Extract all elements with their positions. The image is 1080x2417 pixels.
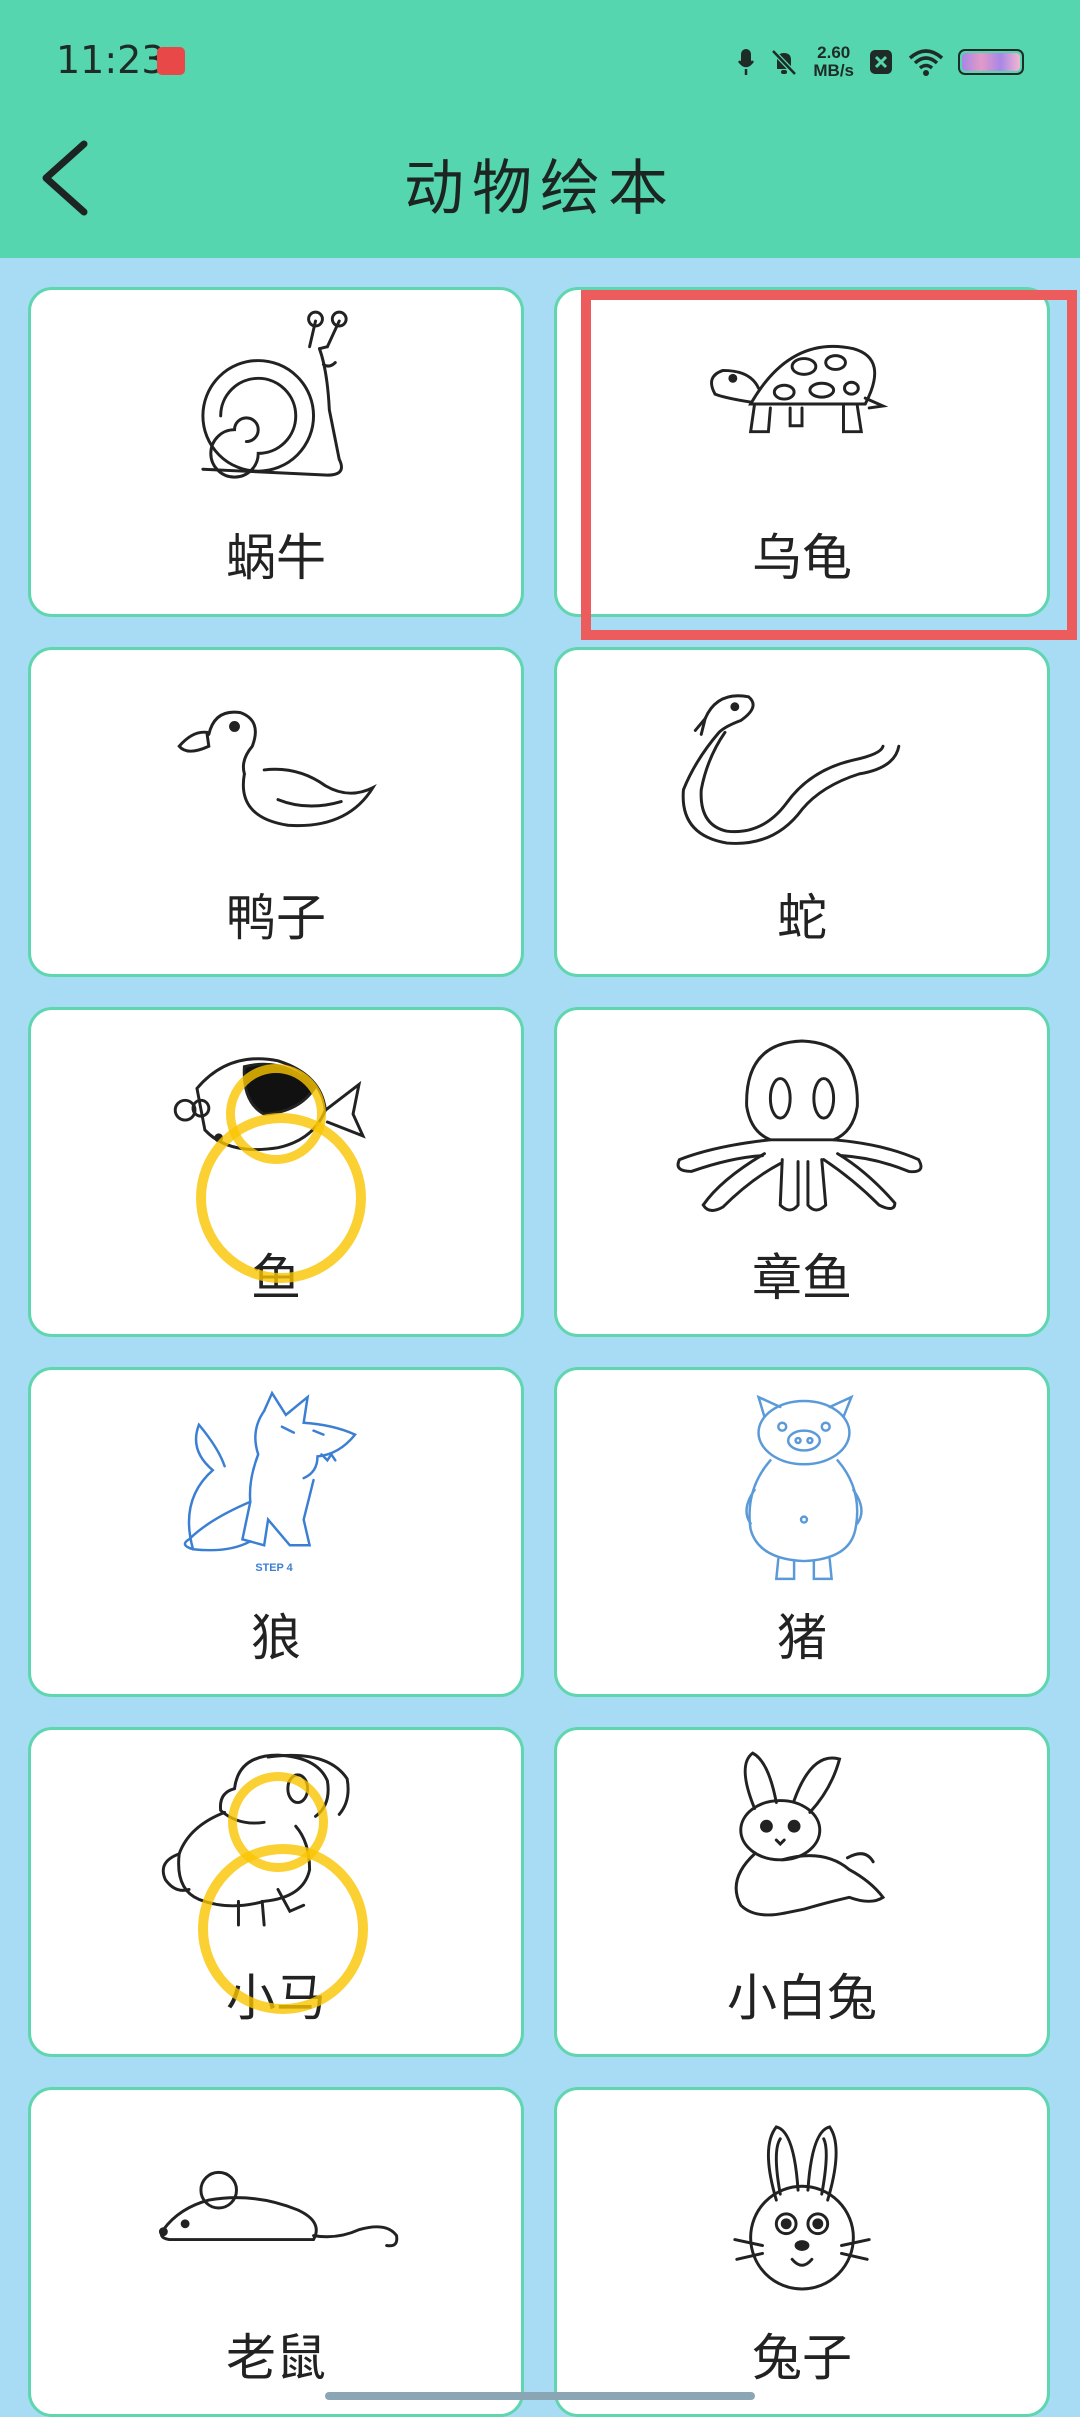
animal-label: 兔子 bbox=[752, 2329, 852, 2387]
animal-card-snake[interactable]: 蛇 bbox=[554, 647, 1050, 977]
white-rabbit-drawing-icon bbox=[734, 1751, 886, 1917]
animal-card-octopus[interactable]: 章鱼 bbox=[554, 1007, 1050, 1337]
animal-card-rabbit[interactable]: 兔子 bbox=[554, 2087, 1050, 2417]
rabbit-drawing-icon bbox=[733, 2125, 871, 2291]
top-app-bar: 11:23 2.60 MB/s 动物绘本 bbox=[0, 0, 1080, 258]
animal-label: 乌龟 bbox=[752, 529, 852, 587]
notification-app-icon bbox=[157, 47, 185, 75]
animal-label: 蛇 bbox=[777, 889, 827, 947]
microphone-icon bbox=[738, 49, 755, 75]
turtle-drawing-icon bbox=[710, 344, 889, 434]
tap-marker bbox=[228, 1772, 328, 1872]
animal-label: 小白兔 bbox=[727, 1969, 877, 2027]
duck-drawing-icon bbox=[177, 710, 377, 828]
status-bar: 11:23 2.60 MB/s bbox=[0, 0, 1080, 120]
network-speed: 2.60 MB/s bbox=[813, 44, 854, 80]
animal-card-turtle[interactable]: 乌龟 bbox=[554, 287, 1050, 617]
animal-card-duck[interactable]: 鸭子 bbox=[28, 647, 524, 977]
battery-icon bbox=[958, 49, 1024, 75]
tap-marker bbox=[226, 1064, 326, 1164]
status-icons: 2.60 MB/s bbox=[737, 44, 1024, 80]
animal-label: 鸭子 bbox=[226, 889, 326, 947]
page-title: 动物绘本 bbox=[404, 154, 676, 224]
snail-drawing-icon bbox=[201, 310, 348, 479]
animal-card-white-rabbit[interactable]: 小白兔 bbox=[554, 1727, 1050, 2057]
animal-label: 老鼠 bbox=[226, 2329, 326, 2387]
animal-card-wolf[interactable]: STEP 4 狼 bbox=[28, 1367, 524, 1697]
wolf-step-caption: STEP 4 bbox=[255, 1562, 292, 1574]
animal-card-snail[interactable]: 蜗牛 bbox=[28, 287, 524, 617]
animal-card-mouse[interactable]: 老鼠 bbox=[28, 2087, 524, 2417]
speed-value: 2.60 bbox=[817, 43, 851, 62]
animal-card-pig[interactable]: 猪 bbox=[554, 1367, 1050, 1697]
octopus-drawing-icon bbox=[676, 1039, 923, 1212]
home-indicator[interactable] bbox=[325, 2392, 755, 2400]
animal-label: 蜗牛 bbox=[226, 529, 326, 587]
wifi-icon bbox=[908, 49, 944, 76]
mouse-drawing-icon bbox=[158, 2170, 399, 2248]
sim-icon bbox=[870, 50, 892, 74]
animal-label: 狼 bbox=[251, 1609, 301, 1667]
mute-icon bbox=[771, 49, 798, 76]
wolf-drawing-icon: STEP 4 bbox=[183, 1390, 357, 1574]
status-time: 11:23 bbox=[56, 38, 166, 82]
speed-unit: MB/s bbox=[813, 61, 854, 80]
animal-label: 章鱼 bbox=[752, 1249, 852, 1307]
pig-drawing-icon bbox=[745, 1394, 863, 1581]
animal-label: 猪 bbox=[777, 1609, 827, 1667]
snake-drawing-icon bbox=[681, 694, 901, 845]
